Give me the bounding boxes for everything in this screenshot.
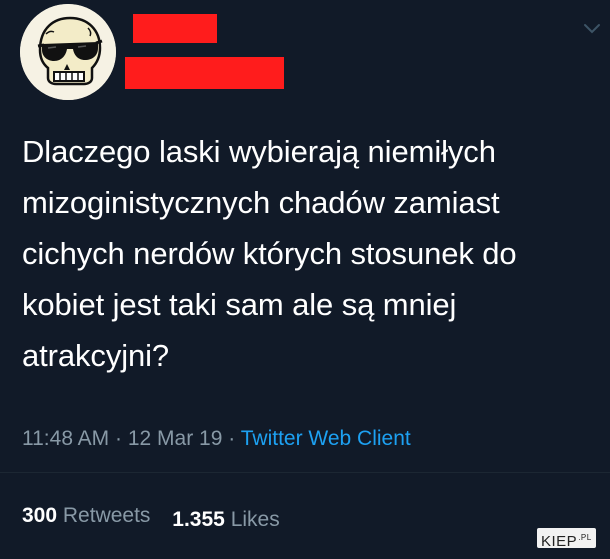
meta-separator: · [228, 427, 236, 450]
tweet-time[interactable]: 11:48 AM [22, 427, 109, 450]
retweets-count: 300 [22, 504, 58, 527]
avatar[interactable] [20, 4, 116, 100]
retweets-stat[interactable]: 300 Retweets [22, 504, 156, 527]
skull-icon [20, 4, 116, 100]
tweet-client-link[interactable]: Twitter Web Client [241, 427, 411, 450]
tweet-date[interactable]: 12 Mar 19 [128, 427, 223, 450]
watermark-suffix: .PL [578, 533, 592, 542]
redacted-display-name [133, 14, 217, 43]
redacted-username [125, 57, 284, 89]
watermark-main: KIEP [541, 533, 578, 550]
retweets-label: Retweets [62, 504, 151, 527]
tweet-text: Dlaczego laski wybierają niemiłych mizog… [22, 134, 517, 373]
tweet-card: Dlaczego laski wybierają niemiłych mizog… [0, 0, 610, 559]
likes-label: Likes [230, 508, 280, 531]
chevron-down-icon[interactable] [583, 22, 601, 34]
tweet-meta: 11:48 AM · 12 Mar 19 · Twitter Web Clien… [22, 425, 411, 453]
tweet-stats: 300 Retweets 1.355 Likes [22, 502, 280, 531]
kiep-watermark: KIEP.PL [537, 528, 596, 550]
divider [0, 472, 610, 473]
meta-separator: · [115, 427, 123, 450]
likes-count: 1.355 [172, 508, 225, 531]
likes-stat[interactable]: 1.355 Likes [172, 506, 279, 534]
